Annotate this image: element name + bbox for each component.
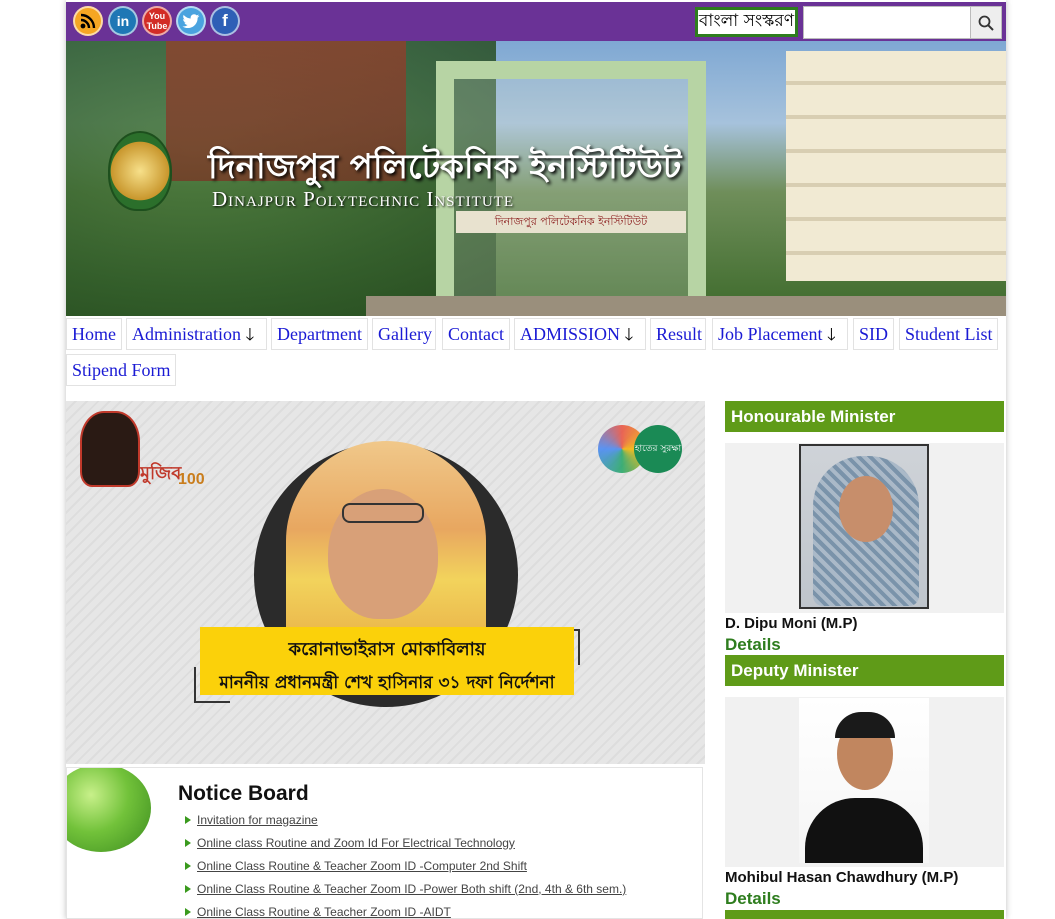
search-button[interactable] [970,6,1002,39]
notice-item[interactable]: Online Class Routine & Teacher Zoom ID -… [185,877,626,900]
notice-item[interactable]: Online Class Routine & Teacher Zoom ID -… [185,854,626,877]
minister-face [839,476,893,542]
nav-department[interactable]: Department [271,318,368,350]
search-input[interactable] [803,6,971,39]
slider-caption-line2: মাননীয় প্রধানমন্ত্রী শেখ হাসিনার ৩১ দফা… [219,673,555,693]
nav-label: SID [859,324,889,344]
nav-result[interactable]: Result [650,318,706,350]
notice-list: Invitation for magazine Online class Rou… [185,808,626,919]
mujib-text: মুজিব [140,463,182,484]
banner-road [366,296,1006,316]
search-icon [978,15,994,31]
next-section-heading [725,910,1004,919]
bullet-arrow-icon [185,907,191,916]
nav-label: Stipend Form [72,360,171,380]
minister-photo-frame [725,443,1004,613]
banner-gate-sign: দিনাজপুর পলিটেকনিক ইনস্টিটিউট [456,211,686,233]
deputy-details-link[interactable]: Details [725,889,781,909]
notice-item[interactable]: Invitation for magazine [185,808,626,831]
notice-link[interactable]: Online class Routine and Zoom Id For Ele… [197,836,515,850]
institute-logo [108,131,172,211]
nav-sid[interactable]: SID [853,318,894,350]
minister-heading: Honourable Minister [725,401,1004,432]
rss-icon[interactable] [73,6,103,36]
notice-board-title: Notice Board [178,782,309,805]
nav-label: Home [72,324,116,344]
nav-student-list[interactable]: Student List [899,318,998,350]
minister-photo [799,444,929,609]
bangla-version-button[interactable]: বাংলা সংস্করণ [695,7,798,37]
notice-link[interactable]: Online Class Routine & Teacher Zoom ID -… [197,905,451,919]
deputy-minister-photo [799,698,929,863]
bullet-arrow-icon [185,838,191,847]
notice-board: Notice Board Invitation for magazine Onl… [66,767,703,919]
deputy-hair [835,712,895,738]
top-bar: in You Tube f বাংলা সংস্করণ [66,2,1006,41]
deputy-body [805,798,923,863]
mujib-portrait [80,411,140,487]
bullet-arrow-icon [185,884,191,893]
hand-hygiene-logo: হাতের সুরক্ষা [598,421,688,477]
nav-label: ADMISSION [520,324,621,344]
bullet-arrow-icon [185,815,191,824]
nav-gallery[interactable]: Gallery [372,318,436,350]
nav-label: Student List [905,324,993,344]
mujib-100-text: 100 [178,471,205,488]
notice-link[interactable]: Online Class Routine & Teacher Zoom ID -… [197,882,626,896]
header-banner: দিনাজপুর পলিটেকনিক ইনস্টিটিউট দিনাজপুর প… [66,41,1006,316]
linkedin-icon[interactable]: in [108,6,138,36]
linkedin-label: in [116,13,130,29]
nav-job-placement[interactable]: Job Placement 🡓 [712,318,848,350]
institute-title-english: Dinajpur Polytechnic Institute [212,187,514,211]
hand-hygiene-text: হাতের সুরক্ষা [634,425,682,473]
deputy-minister-name: Mohibul Hasan Chawdhury (M.P) [725,869,959,886]
facebook-label: f [222,11,228,30]
nav-label: Job Placement [718,324,823,344]
nav-label: Contact [448,324,504,344]
minister-details-link[interactable]: Details [725,635,781,655]
pm-glasses [342,503,424,523]
deputy-minister-heading: Deputy Minister [725,655,1004,686]
nav-admission[interactable]: ADMISSION 🡓 [514,318,646,350]
nav-stipend-form[interactable]: Stipend Form [66,354,176,386]
down-arrow-icon: 🡓 [826,325,836,345]
mujib-100-logo: মুজিব 100 [78,409,205,491]
nav-label: Result [656,324,703,344]
banner-building-right [786,51,1006,281]
slider-caption-line1: করোনাভাইরাস মোকাবিলায় [288,639,486,660]
deputy-photo-frame [725,697,1004,867]
nav-administration[interactable]: Administration 🡓 [126,318,267,350]
hero-slider[interactable]: মুজিব 100 হাতের সুরক্ষা করোনাভাইরাস মোকা… [66,401,705,764]
minister-name: D. Dipu Moni (M.P) [725,615,858,632]
nav-label: Department [277,324,362,344]
notice-link[interactable]: Online Class Routine & Teacher Zoom ID -… [197,859,527,873]
youtube-label: You Tube [146,11,168,31]
down-arrow-icon: 🡓 [245,325,255,345]
youtube-icon[interactable]: You Tube [142,6,172,36]
notice-item[interactable]: Online Class Routine & Teacher Zoom ID -… [185,900,626,919]
globe-icon [67,768,151,852]
down-arrow-icon: 🡓 [624,325,634,345]
twitter-icon[interactable] [176,6,206,36]
facebook-icon[interactable]: f [210,6,240,36]
nav-contact[interactable]: Contact [442,318,510,350]
nav-label: Administration [132,324,241,344]
page-container: in You Tube f বাংলা সংস্করণ দিনাজপুর পলি… [66,0,1006,919]
notice-item[interactable]: Online class Routine and Zoom Id For Ele… [185,831,626,854]
nav-label: Gallery [378,324,432,344]
slider-caption: করোনাভাইরাস মোকাবিলায় মাননীয় প্রধানমন্… [200,627,574,695]
notice-link[interactable]: Invitation for magazine [197,813,318,827]
bullet-arrow-icon [185,861,191,870]
nav-home[interactable]: Home [66,318,122,350]
